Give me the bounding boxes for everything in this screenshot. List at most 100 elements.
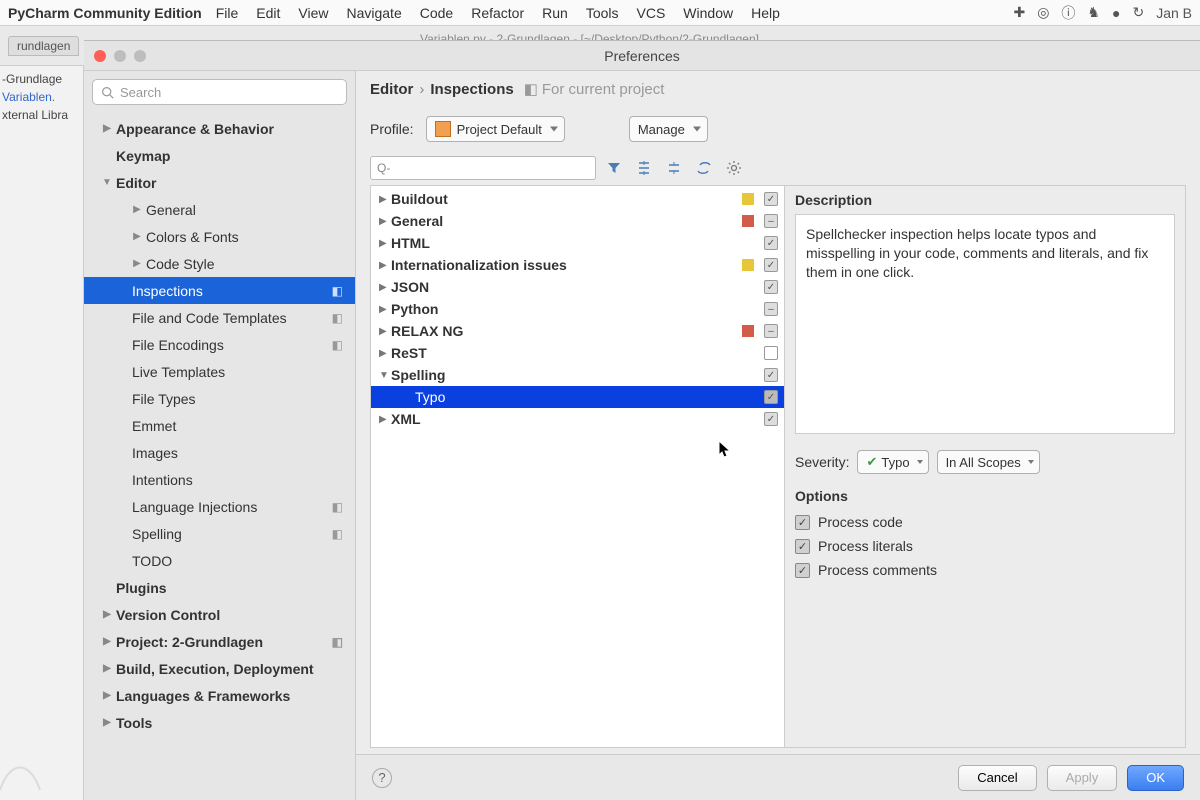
ok-button[interactable]: OK bbox=[1127, 765, 1184, 791]
sidebar-item-livetpl[interactable]: Live Templates bbox=[84, 358, 355, 385]
profile-row: Profile: Project Default Manage bbox=[356, 107, 1200, 151]
checkbox[interactable] bbox=[764, 258, 778, 272]
checkbox[interactable] bbox=[764, 390, 778, 404]
sidebar-item-todo[interactable]: TODO bbox=[84, 547, 355, 574]
sidebar-item-filetypes[interactable]: File Types bbox=[84, 385, 355, 412]
insp-xml[interactable]: ▶XML bbox=[371, 408, 784, 430]
checkbox[interactable] bbox=[795, 515, 810, 530]
menu-refactor[interactable]: Refactor bbox=[471, 5, 524, 21]
insp-json[interactable]: ▶JSON bbox=[371, 276, 784, 298]
sidebar-item-emmet[interactable]: Emmet bbox=[84, 412, 355, 439]
help-button[interactable]: ? bbox=[372, 768, 392, 788]
menu-tools[interactable]: Tools bbox=[586, 5, 619, 21]
option-process-literals[interactable]: Process literals bbox=[795, 534, 1175, 558]
tray-icon[interactable]: ♞ bbox=[1087, 4, 1100, 21]
reset-icon[interactable] bbox=[692, 156, 716, 180]
settings-search-input[interactable]: Search bbox=[92, 79, 347, 105]
apply-button[interactable]: Apply bbox=[1047, 765, 1118, 791]
sidebar-item-editor[interactable]: ▼Editor bbox=[84, 169, 355, 196]
option-process-comments[interactable]: Process comments bbox=[795, 558, 1175, 582]
menu-run[interactable]: Run bbox=[542, 5, 568, 21]
checkbox[interactable] bbox=[764, 412, 778, 426]
sidebar-item-inspections[interactable]: Inspections◧ bbox=[84, 277, 355, 304]
insp-buildout[interactable]: ▶Buildout bbox=[371, 188, 784, 210]
crumb-editor[interactable]: Editor bbox=[370, 81, 413, 98]
menu-file[interactable]: File bbox=[216, 5, 239, 21]
sidebar-item-templates[interactable]: File and Code Templates◧ bbox=[84, 304, 355, 331]
sidebar-item-tools[interactable]: ▶Tools bbox=[84, 709, 355, 736]
insp-html[interactable]: ▶HTML bbox=[371, 232, 784, 254]
sidebar-item-langs[interactable]: ▶Languages & Frameworks bbox=[84, 682, 355, 709]
insp-python[interactable]: ▶Python bbox=[371, 298, 784, 320]
checkbox[interactable] bbox=[764, 192, 778, 206]
sidebar-item-colors[interactable]: ▶Colors & Fonts bbox=[84, 223, 355, 250]
menu-help[interactable]: Help bbox=[751, 5, 780, 21]
checkbox[interactable] bbox=[764, 236, 778, 250]
sidebar-item-intentions[interactable]: Intentions bbox=[84, 466, 355, 493]
proj-node[interactable]: Variablen. bbox=[2, 88, 81, 106]
filter-icon[interactable] bbox=[602, 156, 626, 180]
collapse-all-icon[interactable] bbox=[662, 156, 686, 180]
insp-typo[interactable]: Typo bbox=[371, 386, 784, 408]
option-process-code[interactable]: Process code bbox=[795, 510, 1175, 534]
cancel-button[interactable]: Cancel bbox=[958, 765, 1036, 791]
checkbox[interactable] bbox=[764, 324, 778, 338]
menu-window[interactable]: Window bbox=[683, 5, 733, 21]
expand-all-icon[interactable] bbox=[632, 156, 656, 180]
scope-combo[interactable]: In All Scopes bbox=[937, 450, 1040, 474]
tray-clock-icon[interactable]: ↻ bbox=[1132, 4, 1144, 21]
sidebar-item-vcs[interactable]: ▶Version Control bbox=[84, 601, 355, 628]
sidebar-item-build[interactable]: ▶Build, Execution, Deployment bbox=[84, 655, 355, 682]
checkbox[interactable] bbox=[764, 214, 778, 228]
minimize-button[interactable] bbox=[114, 50, 126, 62]
zoom-button[interactable] bbox=[134, 50, 146, 62]
sidebar-item-images[interactable]: Images bbox=[84, 439, 355, 466]
sidebar-item-langinj[interactable]: Language Injections◧ bbox=[84, 493, 355, 520]
insp-rest[interactable]: ▶ReST bbox=[371, 342, 784, 364]
proj-node[interactable]: -Grundlage bbox=[2, 70, 81, 88]
bg-tab[interactable]: rundlagen bbox=[8, 36, 79, 56]
insp-general[interactable]: ▶General bbox=[371, 210, 784, 232]
proj-node[interactable]: xternal Libra bbox=[2, 106, 81, 124]
insp-intl[interactable]: ▶Internationalization issues bbox=[371, 254, 784, 276]
checkbox[interactable] bbox=[764, 346, 778, 360]
close-button[interactable] bbox=[94, 50, 106, 62]
tray-icon[interactable]: ⓘ bbox=[1061, 3, 1075, 23]
checkbox[interactable] bbox=[795, 563, 810, 578]
project-scope-icon: ◧ bbox=[332, 338, 343, 352]
profile-combo[interactable]: Project Default bbox=[426, 116, 565, 142]
tray-user[interactable]: Jan B bbox=[1156, 5, 1192, 21]
project-scope-icon: ◧ bbox=[524, 80, 538, 98]
sidebar-item-plugins[interactable]: Plugins bbox=[84, 574, 355, 601]
menu-vcs[interactable]: VCS bbox=[637, 5, 666, 21]
menu-code[interactable]: Code bbox=[420, 5, 453, 21]
manage-combo[interactable]: Manage bbox=[629, 116, 708, 142]
description-pane: Description Spellchecker inspection help… bbox=[785, 186, 1185, 747]
sidebar-item-spelling[interactable]: Spelling◧ bbox=[84, 520, 355, 547]
insp-spelling[interactable]: ▼Spelling bbox=[371, 364, 784, 386]
gear-icon[interactable] bbox=[722, 156, 746, 180]
sidebar-item-project[interactable]: ▶Project: 2-Grundlagen◧ bbox=[84, 628, 355, 655]
menu-edit[interactable]: Edit bbox=[256, 5, 280, 21]
sidebar-item-codestyle[interactable]: ▶Code Style bbox=[84, 250, 355, 277]
checkbox[interactable] bbox=[764, 280, 778, 294]
checkbox[interactable] bbox=[795, 539, 810, 554]
sidebar-item-keymap[interactable]: Keymap bbox=[84, 142, 355, 169]
app-name: PyCharm Community Edition bbox=[8, 5, 202, 21]
insp-relax[interactable]: ▶RELAX NG bbox=[371, 320, 784, 342]
menu-navigate[interactable]: Navigate bbox=[346, 5, 401, 21]
tray-icon[interactable]: ✚ bbox=[1013, 4, 1025, 21]
tray-icon[interactable]: ● bbox=[1112, 5, 1120, 21]
inspection-search-input[interactable]: Q- bbox=[370, 156, 596, 180]
dialog-footer: ? Cancel Apply OK bbox=[356, 754, 1200, 800]
menu-view[interactable]: View bbox=[298, 5, 328, 21]
checkbox[interactable] bbox=[764, 302, 778, 316]
checkbox[interactable] bbox=[764, 368, 778, 382]
sidebar-item-general[interactable]: ▶General bbox=[84, 196, 355, 223]
severity-combo[interactable]: ✔Typo bbox=[857, 450, 928, 474]
sidebar-item-appearance[interactable]: ▶Appearance & Behavior bbox=[84, 115, 355, 142]
sidebar-item-encodings[interactable]: File Encodings◧ bbox=[84, 331, 355, 358]
window-traffic-lights bbox=[94, 50, 146, 62]
search-icon bbox=[101, 86, 114, 99]
tray-icon[interactable]: ◎ bbox=[1037, 4, 1049, 21]
